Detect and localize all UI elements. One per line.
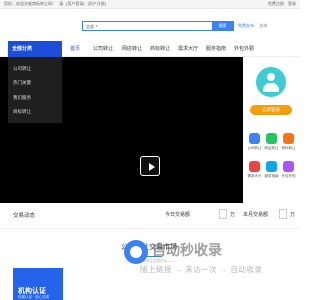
all-categories-button[interactable]: 全部分类 <box>8 41 62 57</box>
trade-title: 交易动态 <box>13 213 36 219</box>
top-login-link[interactable]: 登录 <box>288 1 296 6</box>
login-link[interactable]: [用户登录] <box>66 1 84 6</box>
consult-link[interactable]: 咨询 <box>259 23 267 28</box>
company-transfer-shortcut[interactable]: 公司转让 <box>247 133 262 151</box>
avatar <box>256 67 286 97</box>
search-button[interactable]: 搜索 <box>212 22 233 30</box>
avatar-head <box>267 73 275 81</box>
nav-item-outsource[interactable]: 外包外勤 <box>234 41 254 57</box>
chevron-down-icon[interactable]: ▼ <box>95 23 98 30</box>
certification-card[interactable]: 机构认证 权威认证 · 放心交易 <box>13 268 63 300</box>
watermark: 自动秒收录 随上链接 → 来访一次 → 自动收录 <box>124 240 300 276</box>
service-icon <box>266 161 277 172</box>
shortcut-label: 商标转让 <box>281 146 296 150</box>
demand-hall-shortcut[interactable]: 需求大厅 <box>247 161 262 179</box>
category-sidebar: 公司转让 热门关键 我们服务 商标转让 <box>8 57 62 123</box>
avatar-body <box>263 83 279 92</box>
top-links: 免费注册 登录 <box>265 1 296 7</box>
register-link[interactable]: [用户注册] <box>88 1 106 6</box>
logo-inner <box>130 246 142 258</box>
sidebar-item-service[interactable]: 我们服务 <box>13 95 31 101</box>
greeting-please: 请 <box>59 1 64 6</box>
search-scope[interactable]: 全部 <box>86 23 94 30</box>
shop-transfer-shortcut[interactable]: 网店转让 <box>264 133 279 151</box>
outsource-shortcut[interactable]: 外包外勤 <box>281 161 296 179</box>
nav-item-company[interactable]: 公司转让 <box>93 41 113 57</box>
shortcut-label: 需求大厅 <box>247 174 262 178</box>
publish-link[interactable]: 免费发布 <box>238 23 254 28</box>
search-box: 全部 ▼ 搜索 <box>82 21 234 31</box>
watermark-subtext: 随上链接 → 来访一次 → 自动收录 <box>140 265 263 274</box>
nav-item-demand[interactable]: 需求大厅 <box>178 41 198 57</box>
nav-item-service[interactable]: 服务指南 <box>206 41 226 57</box>
watermark-text: 自动秒收录 <box>152 242 222 258</box>
outsource-icon <box>283 161 294 172</box>
service-guide-shortcut[interactable]: 服务指南 <box>264 161 279 179</box>
greeting: 您好，欢迎光临商标转让网！ 请 [用户登录] [用户注册] <box>4 1 108 7</box>
sidebar-item-hot[interactable]: 热门关键 <box>13 80 31 86</box>
month-volume-label: 本月交易额 <box>243 212 269 218</box>
play-button[interactable] <box>140 156 160 176</box>
sidebar-item-trademark[interactable]: 商标转让 <box>13 109 31 115</box>
hall-icon <box>249 161 260 172</box>
certification-subtitle: 权威认证 · 放心交易 <box>18 295 50 299</box>
play-icon <box>149 163 155 171</box>
today-volume-label: 今日交易额 <box>165 212 191 218</box>
company-icon <box>249 133 260 144</box>
nav-item-trademark[interactable]: 商标转让 <box>150 41 170 57</box>
trademark-transfer-shortcut[interactable]: 商标转让 <box>281 133 296 151</box>
watermark-logo-icon <box>124 240 148 264</box>
shortcut-label: 外包外勤 <box>281 174 296 178</box>
trade-ticker: 交易动态 今日交易额 万 本月交易额 万 <box>0 203 300 229</box>
today-volume-value <box>219 209 227 219</box>
sidebar-item-company[interactable]: 公司转让 <box>13 66 31 72</box>
search-input[interactable] <box>100 23 212 30</box>
nav-item-shop[interactable]: 网店转让 <box>122 41 142 57</box>
today-unit: 万 <box>230 212 236 218</box>
month-volume-value <box>279 209 287 219</box>
shortcut-label: 网店转让 <box>264 146 279 150</box>
search-links: 免费发布 咨询 <box>238 21 267 30</box>
shop-icon <box>266 133 277 144</box>
login-button[interactable]: 立即登录 <box>250 105 292 115</box>
greeting-text: 您好，欢迎光临商标转让网！ <box>4 1 56 6</box>
shortcut-label: 公司转让 <box>247 146 262 150</box>
free-register-link[interactable]: 免费注册 <box>268 1 284 6</box>
main-nav: 全部分类 首页 公司转让 网店转让 商标转让 需求大厅 服务指南 外包外勤 <box>0 41 300 57</box>
page-root: 您好，欢迎光临商标转让网！ 请 [用户登录] [用户注册] 免费注册 登录 全部… <box>0 0 300 300</box>
shortcut-label: 服务指南 <box>264 174 279 178</box>
month-unit: 万 <box>290 212 296 218</box>
login-panel: 立即登录 公司转让 网店转让 商标转让 需求大厅 服务指南 外包外勤 <box>243 57 300 203</box>
top-bar: 您好，欢迎光临商标转让网！ 请 [用户登录] [用户注册] 免费注册 登录 <box>0 0 300 9</box>
header: 全部 ▼ 搜索 免费发布 咨询 <box>0 9 300 41</box>
nav-item-home[interactable]: 首页 <box>70 41 80 57</box>
trademark-icon <box>283 133 294 144</box>
